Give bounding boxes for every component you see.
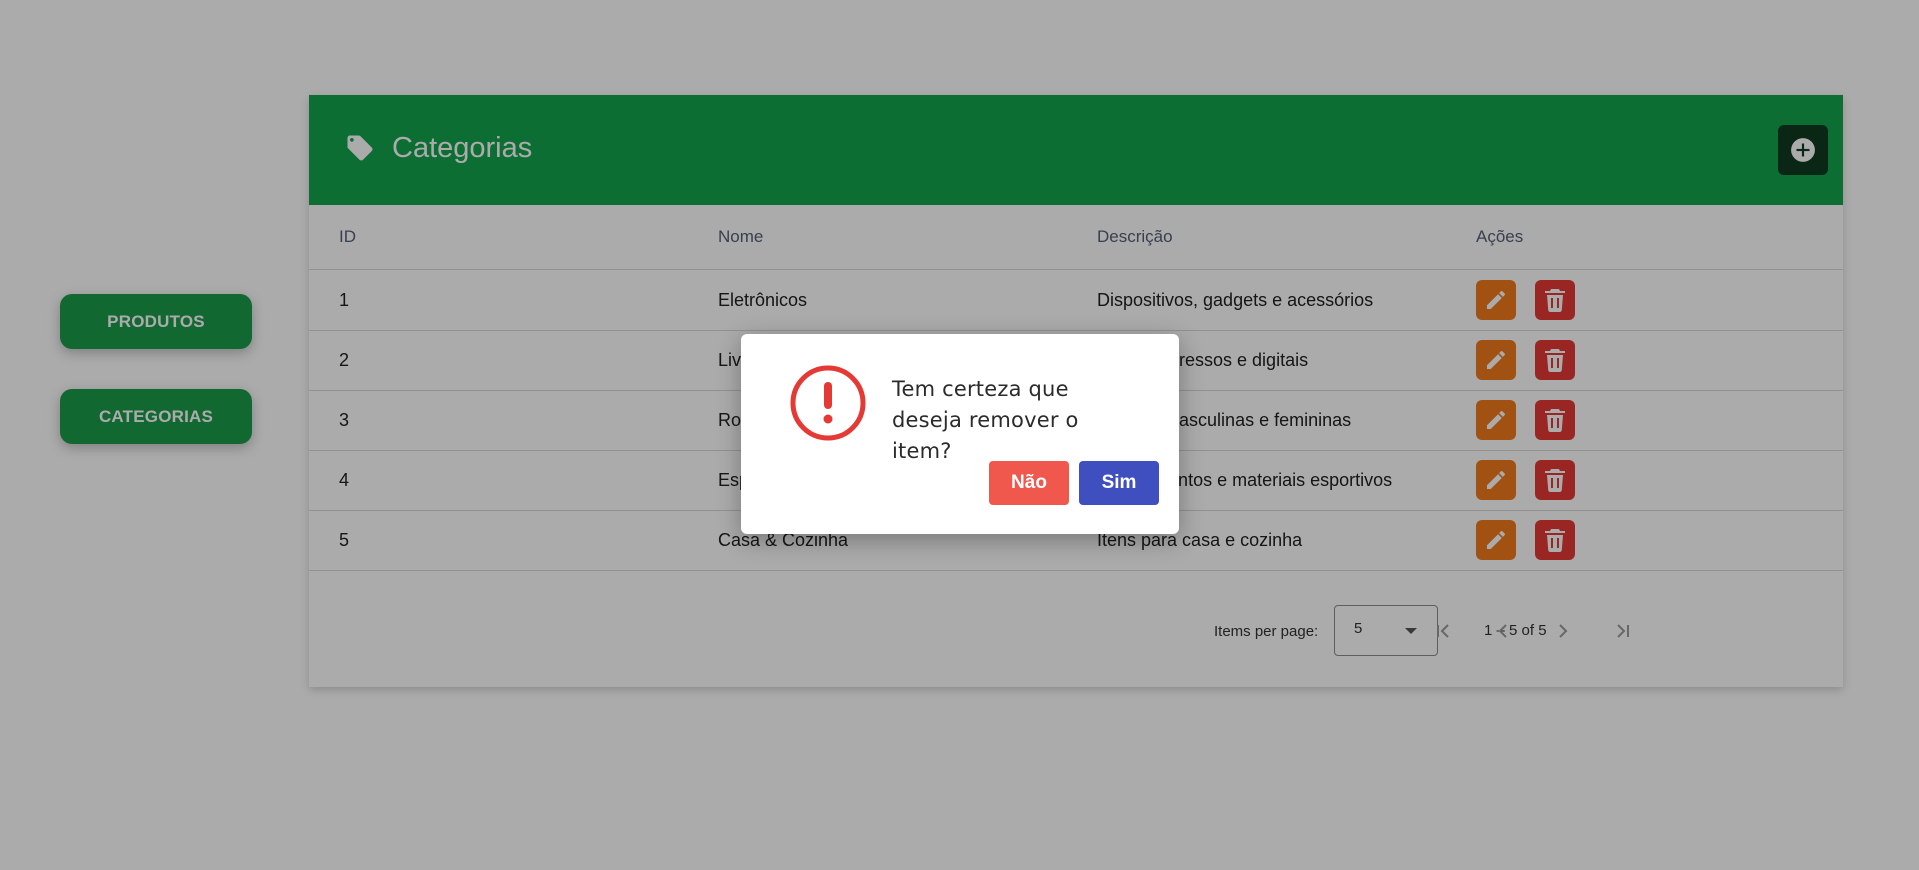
exclamation-circle-icon xyxy=(790,365,866,441)
dialog-message: Tem certeza que deseja remover o item? xyxy=(892,377,1079,463)
confirm-button[interactable]: Sim xyxy=(1079,461,1159,505)
cancel-button[interactable]: Não xyxy=(989,461,1069,505)
confirm-dialog: Tem certeza que deseja remover o item? N… xyxy=(741,334,1179,534)
